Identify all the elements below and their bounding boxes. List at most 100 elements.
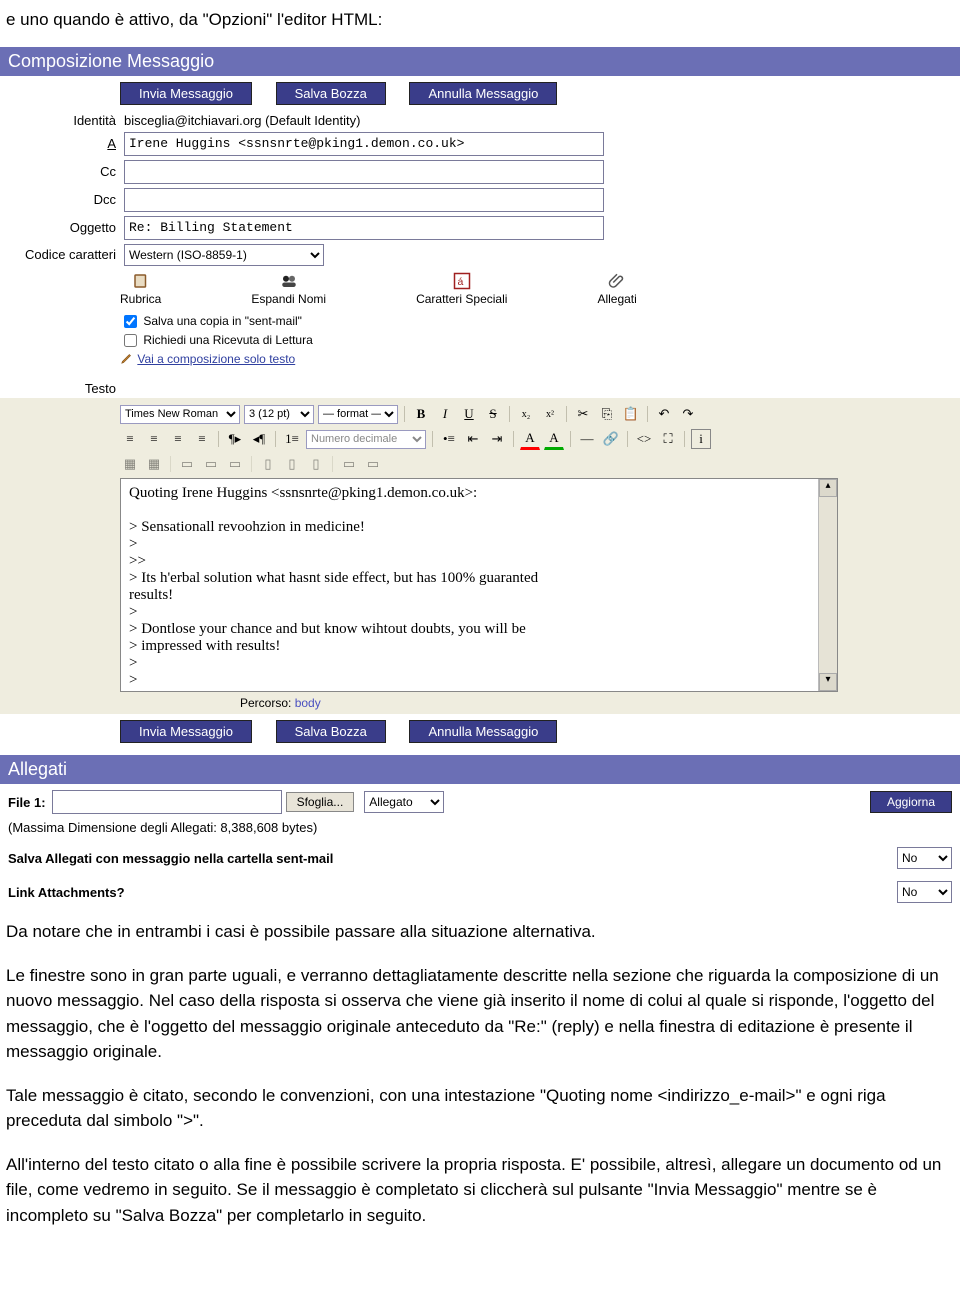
cancel-button-bottom[interactable]: Annulla Messaggio [409, 720, 557, 743]
superscript-button[interactable]: x² [540, 404, 560, 424]
rubrica-label[interactable]: Rubrica [120, 292, 161, 306]
refresh-button[interactable]: Aggiorna [870, 791, 952, 813]
browse-button[interactable]: Sfoglia... [286, 792, 355, 812]
fullscreen-button[interactable]: ⛶ [658, 429, 678, 449]
tool-icons-row: Rubrica Espandi Nomi á Caratteri Special… [0, 268, 960, 310]
cut-button[interactable]: ✂ [573, 404, 593, 424]
paragraph-1: Da notare che in entrambi i casi è possi… [6, 919, 954, 945]
row-before-button: ▭ [177, 454, 197, 474]
subscript-button[interactable]: x₂ [516, 404, 536, 424]
attachments-label[interactable]: Allegati [597, 292, 636, 306]
scroll-up-icon[interactable]: ▴ [819, 479, 837, 497]
rich-editor: Times New Roman 3 (12 pt) — format — B I… [0, 398, 960, 714]
send-button-bottom[interactable]: Invia Messaggio [120, 720, 252, 743]
table-props-button: ▦ [144, 454, 164, 474]
bold-button[interactable]: B [411, 404, 431, 424]
link-att-label: Link Attachments? [8, 885, 125, 900]
to-input[interactable] [124, 132, 604, 156]
file1-label: File 1: [8, 795, 46, 810]
bcc-label: Dcc [6, 192, 124, 207]
paragraph-3: Tale messaggio è citato, secondo le conv… [6, 1083, 954, 1134]
special-chars-icon[interactable]: á [452, 272, 472, 290]
pencil-icon [120, 352, 134, 366]
attachments-icon[interactable] [607, 272, 627, 290]
compose-header: Composizione Messaggio [0, 47, 960, 76]
table-button: ▦ [120, 454, 140, 474]
attachments-header: Allegati [0, 755, 960, 784]
format-select[interactable]: — format — [318, 405, 398, 424]
address-book-icon[interactable] [131, 272, 151, 290]
italic-button[interactable]: I [435, 404, 455, 424]
align-right-button[interactable]: ≡ [168, 429, 188, 449]
charset-select[interactable]: Western (ISO-8859-1) [124, 244, 324, 266]
ltr-button[interactable]: ¶▸ [225, 429, 245, 449]
intro-text: e uno quando è attivo, da "Opzioni" l'ed… [6, 8, 954, 33]
strike-button[interactable]: S [483, 404, 503, 424]
align-left-button[interactable]: ≡ [120, 429, 140, 449]
send-button[interactable]: Invia Messaggio [120, 82, 252, 105]
receipt-checkbox[interactable] [124, 334, 137, 347]
col-before-button: ▯ [258, 454, 278, 474]
expand-names-label[interactable]: Espandi Nomi [251, 292, 326, 306]
hr-button[interactable]: — [577, 429, 597, 449]
cancel-button[interactable]: Annulla Messaggio [409, 82, 557, 105]
cc-label: Cc [6, 164, 124, 179]
scrollbar[interactable]: ▴ ▾ [818, 479, 837, 691]
cc-input[interactable] [124, 160, 604, 184]
save-att-label: Salva Allegati con messaggio nella carte… [8, 851, 333, 866]
cell-merge-button: ▭ [339, 454, 359, 474]
font-select[interactable]: Times New Roman [120, 405, 240, 424]
attachments-section: Allegati File 1: Sfoglia... Allegato Agg… [0, 755, 960, 909]
paste-button[interactable]: 📋 [621, 404, 641, 424]
list-format-select[interactable]: Numero decimale [306, 430, 426, 449]
to-label: A [6, 136, 124, 151]
source-button[interactable]: <> [634, 429, 654, 449]
save-draft-button-bottom[interactable]: Salva Bozza [276, 720, 386, 743]
path-value[interactable]: body [295, 696, 321, 710]
identity-label: Identità [6, 113, 124, 128]
cell-split-button: ▭ [363, 454, 383, 474]
identity-value: bisceglia@itchiavari.org (Default Identi… [124, 113, 360, 128]
save-sent-checkbox[interactable] [124, 315, 137, 328]
bcc-input[interactable] [124, 188, 604, 212]
redo-button[interactable]: ↷ [678, 404, 698, 424]
expand-names-icon[interactable] [279, 272, 299, 290]
special-chars-label[interactable]: Caratteri Speciali [416, 292, 507, 306]
outdent-button[interactable]: ⇤ [463, 429, 483, 449]
editor-toolbar-1: Times New Roman 3 (12 pt) — format — B I… [120, 402, 960, 426]
align-justify-button[interactable]: ≡ [192, 429, 212, 449]
subject-label: Oggetto [6, 220, 124, 235]
align-center-button[interactable]: ≡ [144, 429, 164, 449]
plain-text-link[interactable]: Vai a composizione solo testo [137, 352, 295, 366]
attach-type-select[interactable]: Allegato [364, 791, 444, 813]
link-att-select[interactable]: No [897, 881, 952, 903]
compose-window: Composizione Messaggio Invia Messaggio S… [0, 47, 960, 910]
help-button[interactable]: i [691, 429, 711, 449]
copy-button[interactable]: ⎘ [597, 404, 617, 424]
underline-button[interactable]: U [459, 404, 479, 424]
receipt-label: Richiedi una Ricevuta di Lettura [143, 333, 312, 347]
editor-body[interactable]: Quoting Irene Huggins <ssnsnrte@pking1.d… [120, 478, 838, 692]
indent-button[interactable]: ⇥ [487, 429, 507, 449]
subject-input[interactable] [124, 216, 604, 240]
rtl-button[interactable]: ◂¶ [249, 429, 269, 449]
size-select[interactable]: 3 (12 pt) [244, 405, 314, 424]
paragraph-2: Le finestre sono in gran parte uguali, e… [6, 963, 954, 1065]
save-draft-button[interactable]: Salva Bozza [276, 82, 386, 105]
bullet-list-button[interactable]: •≡ [439, 429, 459, 449]
scroll-down-icon[interactable]: ▾ [819, 673, 837, 691]
ordered-list-button[interactable]: 1≡ [282, 429, 302, 449]
link-button[interactable]: 🔗 [601, 429, 621, 449]
save-att-select[interactable]: No [897, 847, 952, 869]
editor-toolbar-2: ≡ ≡ ≡ ≡ ¶▸ ◂¶ 1≡ Numero decimale •≡ ⇤ ⇥ … [120, 426, 960, 452]
text-color-button[interactable]: A [520, 428, 540, 450]
path-bar: Percorso: body [120, 692, 960, 714]
paragraph-4: All'interno del testo citato o alla fine… [6, 1152, 954, 1229]
bg-color-button[interactable]: A [544, 428, 564, 450]
undo-button[interactable]: ↶ [654, 404, 674, 424]
bottom-button-row: Invia Messaggio Salva Bozza Annulla Mess… [0, 714, 960, 749]
row-after-button: ▭ [201, 454, 221, 474]
col-delete-button: ▯ [306, 454, 326, 474]
row-delete-button: ▭ [225, 454, 245, 474]
file1-input[interactable] [52, 790, 282, 814]
